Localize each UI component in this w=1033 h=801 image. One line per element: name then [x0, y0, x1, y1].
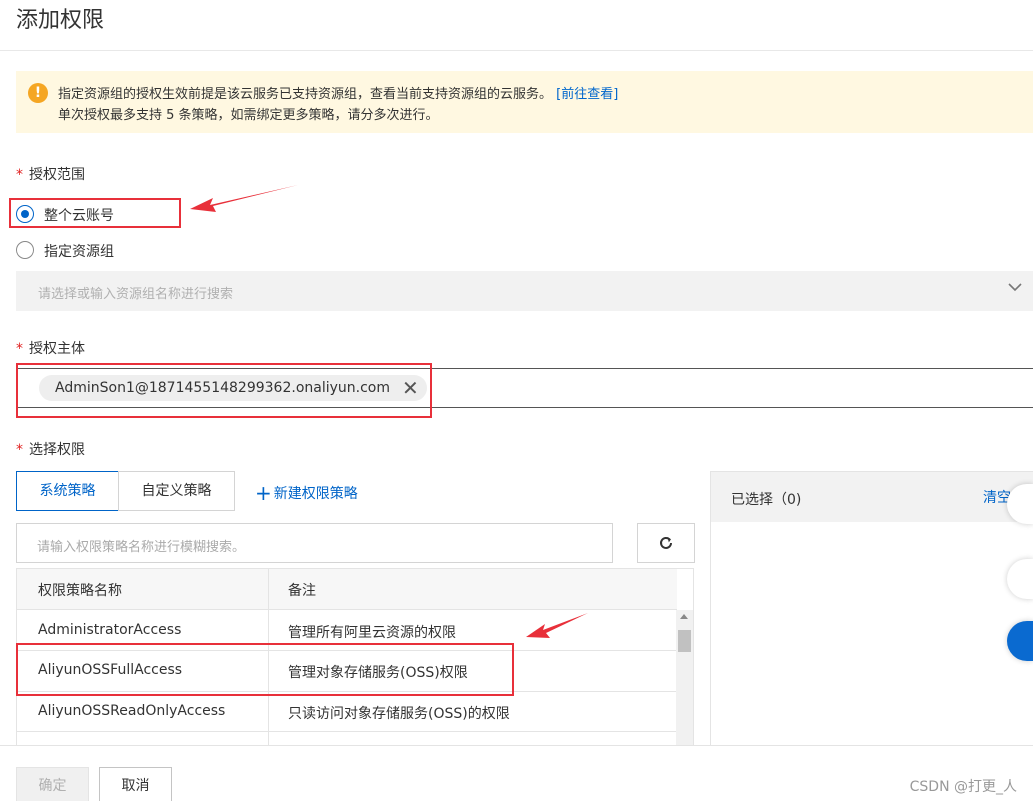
warning-icon: !: [28, 83, 48, 103]
principal-label-text: 授权主体: [29, 341, 85, 357]
row-divider: [17, 731, 677, 732]
scrollbar-thumb[interactable]: [678, 630, 691, 652]
table-header-name: 权限策略名称: [38, 583, 122, 599]
cancel-button[interactable]: 取消: [99, 767, 172, 801]
table-row-name[interactable]: AliyunOSSFullAccess: [38, 662, 182, 678]
table-row-name[interactable]: AdministratorAccess: [38, 622, 181, 638]
new-policy-text: 新建权限策略: [273, 486, 358, 502]
policy-table: 权限策略名称 备注 AdministratorAccess 管理所有阿里云资源的…: [16, 568, 694, 746]
table-row-note: 只读访问对象存储服务(OSS)的权限: [288, 706, 510, 722]
policy-search-input[interactable]: 请输入权限策略名称进行模糊搜索。: [16, 523, 613, 563]
annotation-arrow-icon: [190, 185, 298, 212]
scope-label: * 授权范围: [16, 164, 85, 184]
notice-link-view[interactable]: [前往查看]: [556, 87, 618, 102]
notice-text-1: 指定资源组的授权生效前提是该云服务已支持资源组，查看当前支持资源组的云服务。: [58, 87, 553, 102]
scope-radio-account[interactable]: [16, 205, 34, 223]
row-divider: [17, 650, 677, 651]
table-row-note: 管理所有阿里云资源的权限: [288, 625, 456, 641]
notice-line-1: 指定资源组的授权生效前提是该云服务已支持资源组，查看当前支持资源组的云服务。 […: [58, 83, 618, 102]
scope-option-account-label[interactable]: 整个云账号: [44, 205, 114, 225]
refresh-button[interactable]: [637, 523, 695, 563]
column-divider: [268, 569, 269, 745]
refresh-icon: [660, 536, 672, 549]
principal-tag-text: AdminSon1@1871455148299362.onaliyun.com: [55, 380, 390, 396]
title-divider: [0, 50, 1033, 51]
notice-banner: ! 指定资源组的授权生效前提是该云服务已支持资源组，查看当前支持资源组的云服务。…: [16, 71, 1033, 133]
policy-search-placeholder: 请输入权限策略名称进行模糊搜索。: [37, 540, 246, 555]
selected-count: 已选择（0): [731, 492, 802, 508]
close-icon[interactable]: ✕: [402, 378, 419, 398]
row-divider: [17, 691, 677, 692]
table-header-note: 备注: [288, 583, 316, 599]
chevron-down-icon: [1008, 283, 1022, 292]
dialog-footer: 确定 取消 CSDN @打更_人: [0, 745, 1033, 801]
tab-custom-policy[interactable]: 自定义策略: [118, 471, 235, 511]
resource-group-select: 请选择或输入资源组名称进行搜索: [16, 271, 1033, 311]
principal-tag: AdminSon1@1871455148299362.onaliyun.com …: [39, 375, 427, 401]
plus-icon: +: [255, 481, 272, 505]
principal-input[interactable]: AdminSon1@1871455148299362.onaliyun.com …: [16, 368, 1033, 408]
tab-system-policy[interactable]: 系统策略: [16, 471, 119, 511]
new-policy-link[interactable]: + 新建权限策略: [255, 481, 358, 505]
required-mark: *: [16, 442, 23, 458]
table-scrollbar[interactable]: [676, 610, 693, 745]
table-row-name[interactable]: AliyunOSSReadOnlyAccess: [38, 703, 225, 719]
permissions-label-text: 选择权限: [29, 442, 85, 458]
resource-group-placeholder: 请选择或输入资源组名称进行搜索: [38, 287, 234, 302]
permissions-label: * 选择权限: [16, 439, 85, 459]
dialog-title: 添加权限: [16, 8, 105, 33]
scope-label-text: 授权范围: [29, 167, 85, 183]
principal-label: * 授权主体: [16, 338, 85, 358]
confirm-button[interactable]: 确定: [16, 767, 89, 801]
required-mark: *: [16, 167, 23, 183]
table-row-note: 管理对象存储服务(OSS)权限: [288, 665, 468, 681]
scope-radio-resource-group[interactable]: [16, 241, 34, 259]
scope-option-resource-group-label[interactable]: 指定资源组: [44, 241, 114, 261]
notice-line-2: 单次授权最多支持 5 条策略，如需绑定更多策略，请分多次进行。: [58, 108, 439, 123]
scroll-up-icon[interactable]: [680, 614, 688, 619]
selected-policies-panel: 已选择（0) 清空: [710, 471, 1033, 746]
required-mark: *: [16, 341, 23, 357]
watermark: CSDN @打更_人: [909, 779, 1017, 795]
